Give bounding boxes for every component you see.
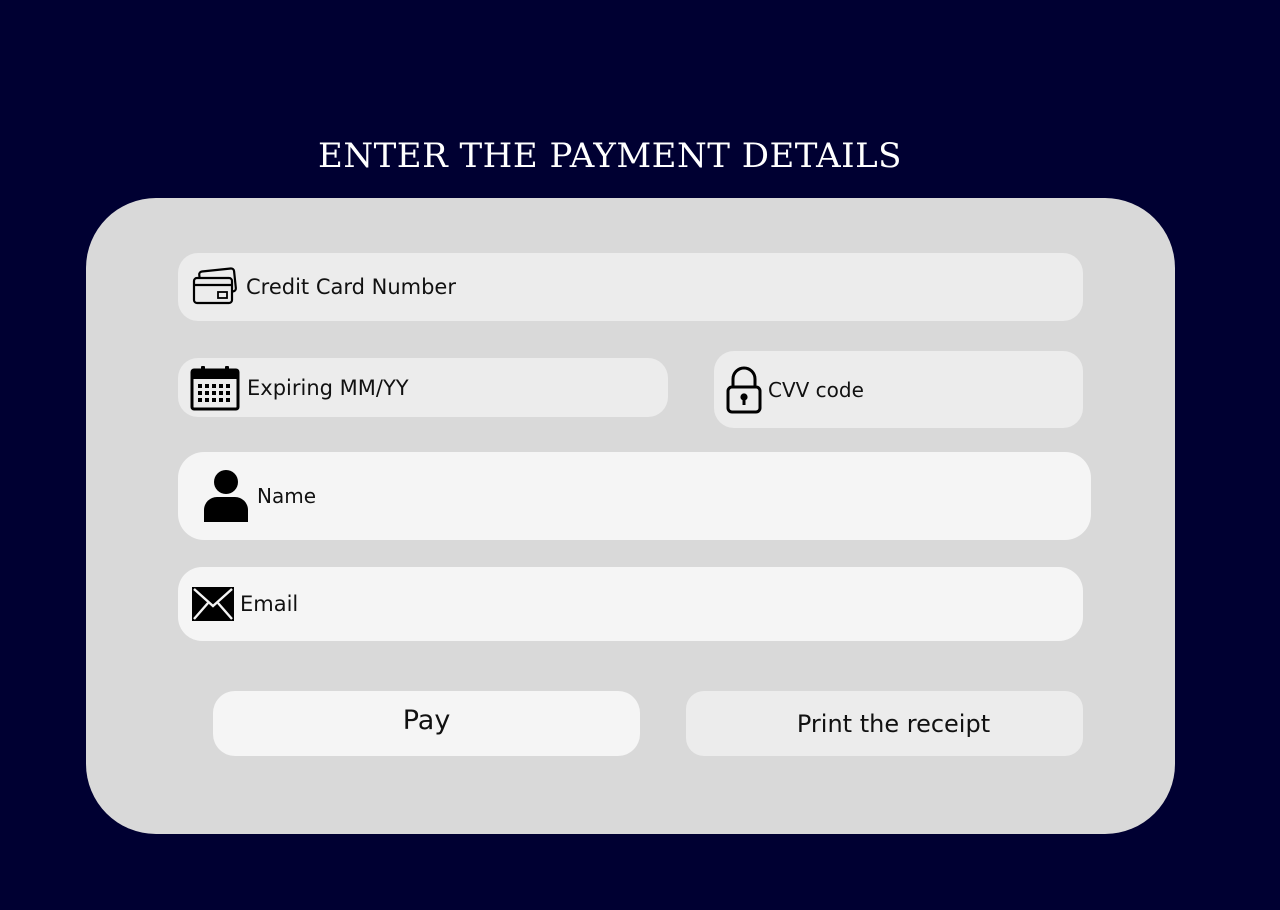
cvv-field[interactable]: CVV code xyxy=(714,351,1083,428)
print-receipt-button[interactable]: Print the receipt xyxy=(686,691,1083,756)
email-placeholder: Email xyxy=(240,592,299,616)
pay-button[interactable]: Pay xyxy=(213,691,640,756)
name-field[interactable]: Name xyxy=(178,452,1091,540)
calendar-icon xyxy=(190,365,240,411)
expiry-field[interactable]: Expiring MM/YY xyxy=(178,358,668,417)
user-icon xyxy=(203,469,249,523)
email-field[interactable]: Email xyxy=(178,567,1083,641)
page-title: ENTER THE PAYMENT DETAILS xyxy=(318,136,902,176)
print-receipt-button-label: Print the receipt xyxy=(796,709,991,738)
name-placeholder: Name xyxy=(257,484,317,508)
lock-icon xyxy=(726,366,762,414)
expiry-placeholder: Expiring MM/YY xyxy=(247,375,409,400)
pay-button-label: Pay xyxy=(402,705,451,736)
credit-card-icon xyxy=(192,267,238,307)
envelope-icon xyxy=(192,587,234,621)
cvv-placeholder: CVV code xyxy=(768,377,864,402)
payment-form-card: Credit Card Number Expiring MM/YY CVV co… xyxy=(86,198,1175,834)
card-number-placeholder: Credit Card Number xyxy=(246,275,456,299)
card-number-field[interactable]: Credit Card Number xyxy=(178,253,1083,321)
